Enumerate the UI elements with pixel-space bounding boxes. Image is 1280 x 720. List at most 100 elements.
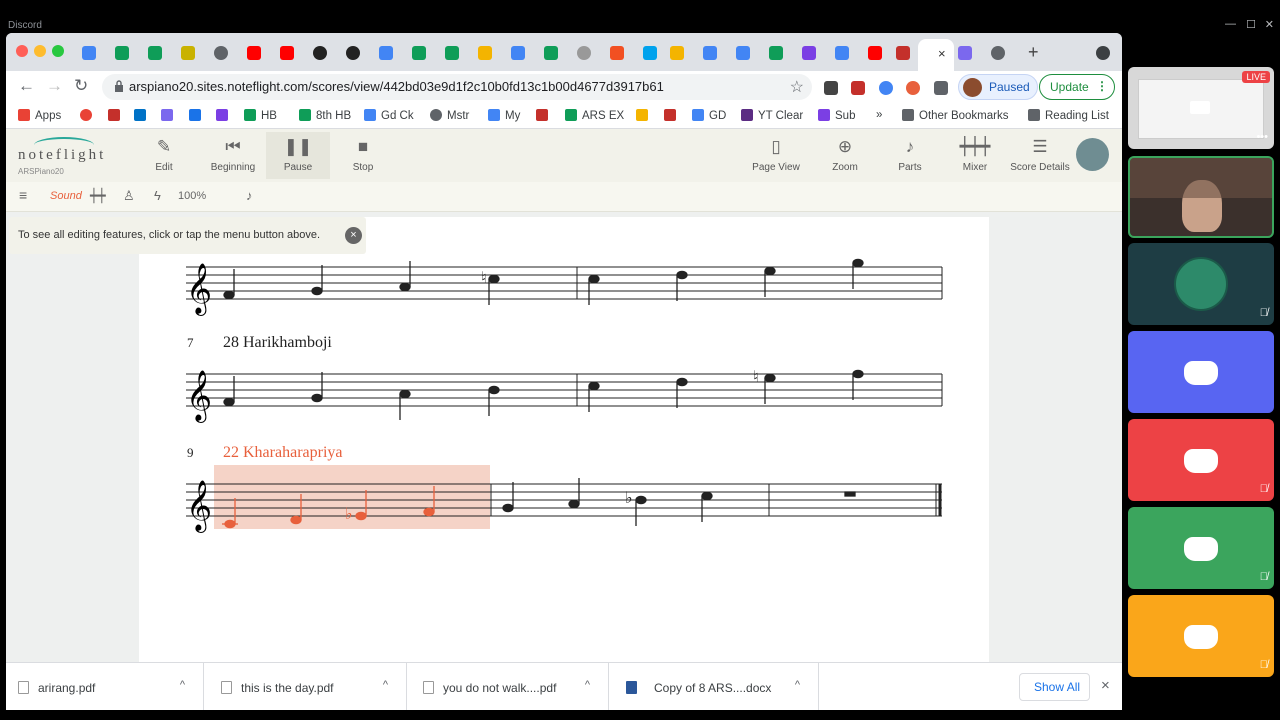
note-icon[interactable]: ♪	[246, 188, 253, 203]
tab-globe-icon[interactable]	[991, 46, 1005, 60]
bookmark-icon-forms[interactable]	[216, 109, 233, 122]
tab-docs-icon[interactable]	[736, 46, 750, 60]
close-downloads-icon[interactable]: ×	[1101, 677, 1110, 694]
maximize-icon[interactable]: ☐	[1246, 18, 1256, 31]
bookmark-my[interactable]: My	[488, 109, 520, 122]
tab-globe-icon[interactable]	[577, 46, 591, 60]
url-text[interactable]: arspiano20.sites.noteflight.com/scores/v…	[129, 79, 664, 94]
tab-mail-icon[interactable]	[958, 46, 972, 60]
download-item[interactable]: this is the day.pdf ^	[209, 663, 407, 710]
screen-share-tile[interactable]: LIVE •••	[1128, 67, 1274, 149]
tab-microsoft-icon[interactable]	[610, 46, 624, 60]
extension-chat-icon[interactable]	[879, 81, 893, 95]
tab-sheets-icon[interactable]	[544, 46, 558, 60]
participant-tile[interactable]: 🎙̸	[1128, 243, 1274, 325]
bookmarks-overflow[interactable]: »	[876, 109, 882, 121]
discord-participant-tile[interactable]: 🎙̸	[1128, 595, 1274, 677]
tab-pinwheel-icon[interactable]	[478, 46, 492, 60]
lightning-icon[interactable]: ϟ	[154, 188, 161, 203]
tab-search-icon[interactable]	[1096, 46, 1110, 60]
bookmark-icon-link[interactable]	[536, 109, 553, 122]
bookmark-ars-ex[interactable]: ARS EX	[565, 109, 624, 122]
bookmark-apps[interactable]: Apps	[18, 109, 61, 122]
bookmark-icon-star[interactable]	[108, 109, 125, 122]
beginning-button[interactable]: ⏮ Beginning	[201, 135, 265, 173]
kebab-menu-icon[interactable]: ⋮	[1096, 79, 1108, 93]
show-all-button[interactable]: Show All	[1019, 673, 1090, 701]
bookmark-8th-hb[interactable]: 8th HB	[299, 109, 351, 122]
parts-button[interactable]: ♪ Parts	[878, 135, 942, 173]
tab-drive-icon[interactable]	[703, 46, 717, 60]
new-tab-button[interactable]: +	[1028, 42, 1039, 63]
bookmark-other-bookmarks[interactable]: Other Bookmarks	[902, 109, 1008, 122]
minimize-dot-icon[interactable]	[34, 45, 46, 57]
bookmark-icon-app[interactable]	[664, 109, 681, 122]
extensions-puzzle-icon[interactable]	[934, 81, 948, 95]
bookmark-reading-list[interactable]: Reading List	[1028, 109, 1109, 122]
tab-globe-icon[interactable]	[214, 46, 228, 60]
discord-participant-tile[interactable]: 🎙̸	[1128, 419, 1274, 501]
discord-participant-tile[interactable]	[1128, 331, 1274, 413]
tab-sheets-icon[interactable]	[412, 46, 426, 60]
chevron-up-icon[interactable]: ^	[383, 679, 388, 691]
tab-docs-icon[interactable]	[835, 46, 849, 60]
tab-sheets-icon[interactable]	[115, 46, 129, 60]
bookmark-gd[interactable]: GD	[692, 109, 726, 122]
user-avatar[interactable]	[1076, 138, 1109, 171]
tab-noteflight-icon[interactable]	[346, 46, 360, 60]
chevron-up-icon[interactable]: ^	[795, 679, 800, 691]
active-tab[interactable]: ×	[918, 39, 954, 71]
close-hint-icon[interactable]: ×	[345, 227, 362, 244]
reload-icon[interactable]: ↻	[74, 76, 88, 96]
close-tab-icon[interactable]: ×	[938, 46, 946, 61]
bookmark-yt-clear[interactable]: YT Clear	[741, 109, 803, 122]
metronome-icon[interactable]: ♙	[123, 188, 135, 204]
extension-pin-icon[interactable]	[851, 81, 865, 95]
sound-toggle[interactable]: Sound	[50, 190, 82, 202]
tab-youtube-icon[interactable]	[868, 46, 882, 60]
bookmark-icon-chat[interactable]	[189, 109, 206, 122]
tab-sheets-icon[interactable]	[769, 46, 783, 60]
back-icon[interactable]: ←	[18, 76, 35, 96]
profile-paused-button[interactable]: Paused	[958, 74, 1038, 100]
more-options-icon[interactable]: •••	[1256, 131, 1268, 143]
bookmark-mstr[interactable]: Mstr	[430, 109, 469, 122]
close-window-icon[interactable]: ✕	[1265, 18, 1274, 31]
mixer-small-icon[interactable]: ┿┿	[90, 188, 106, 204]
bookmark-hb[interactable]: HB	[244, 109, 277, 122]
discord-participant-tile[interactable]: 🎙̸	[1128, 507, 1274, 589]
bookmark-icon-mail[interactable]	[161, 109, 178, 122]
minimize-icon[interactable]: —	[1225, 18, 1236, 30]
tab-forms-icon[interactable]	[802, 46, 816, 60]
noteflight-logo[interactable]: noteflight	[18, 147, 106, 164]
zoom-dot-icon[interactable]	[52, 45, 64, 57]
page-view-button[interactable]: ▯ Page View	[744, 135, 808, 173]
bookmark-sub[interactable]: Sub	[818, 109, 855, 122]
download-item[interactable]: Copy of 8 ARS....docx ^	[614, 663, 819, 710]
tab-music-icon[interactable]	[181, 46, 195, 60]
stop-button[interactable]: ■ Stop	[331, 135, 395, 173]
score-details-button[interactable]: ☰ Score Details	[1008, 135, 1072, 173]
download-item[interactable]: you do not walk....pdf ^	[411, 663, 609, 710]
extension-s-icon[interactable]	[824, 81, 838, 95]
zoom-select[interactable]: 100%	[178, 190, 206, 202]
tab-slides-icon[interactable]	[670, 46, 684, 60]
bookmark-gd-ck[interactable]: Gd Ck	[364, 109, 414, 122]
chevron-up-icon[interactable]: ^	[180, 679, 185, 691]
close-dot-icon[interactable]	[16, 45, 28, 57]
tab-docs-icon[interactable]	[379, 46, 393, 60]
pause-button[interactable]: ❚❚ Pause	[266, 132, 330, 179]
bookmark-icon-drive[interactable]	[636, 109, 653, 122]
chevron-up-icon[interactable]: ^	[585, 679, 590, 691]
forward-icon[interactable]: →	[46, 76, 63, 96]
webcam-tile[interactable]	[1128, 156, 1274, 238]
tab-sheets-icon[interactable]	[445, 46, 459, 60]
tab-drive-icon[interactable]	[82, 46, 96, 60]
edit-button[interactable]: ✎ Edit	[132, 135, 196, 173]
mixer-button[interactable]: ┿┿┿ Mixer	[943, 135, 1007, 173]
zoom-button[interactable]: ⊕ Zoom	[813, 135, 877, 173]
download-item[interactable]: arirang.pdf ^	[6, 663, 204, 710]
tab-youtube-icon[interactable]	[280, 46, 294, 60]
tab-app-icon[interactable]	[896, 46, 910, 60]
tab-youtube-icon[interactable]	[247, 46, 261, 60]
